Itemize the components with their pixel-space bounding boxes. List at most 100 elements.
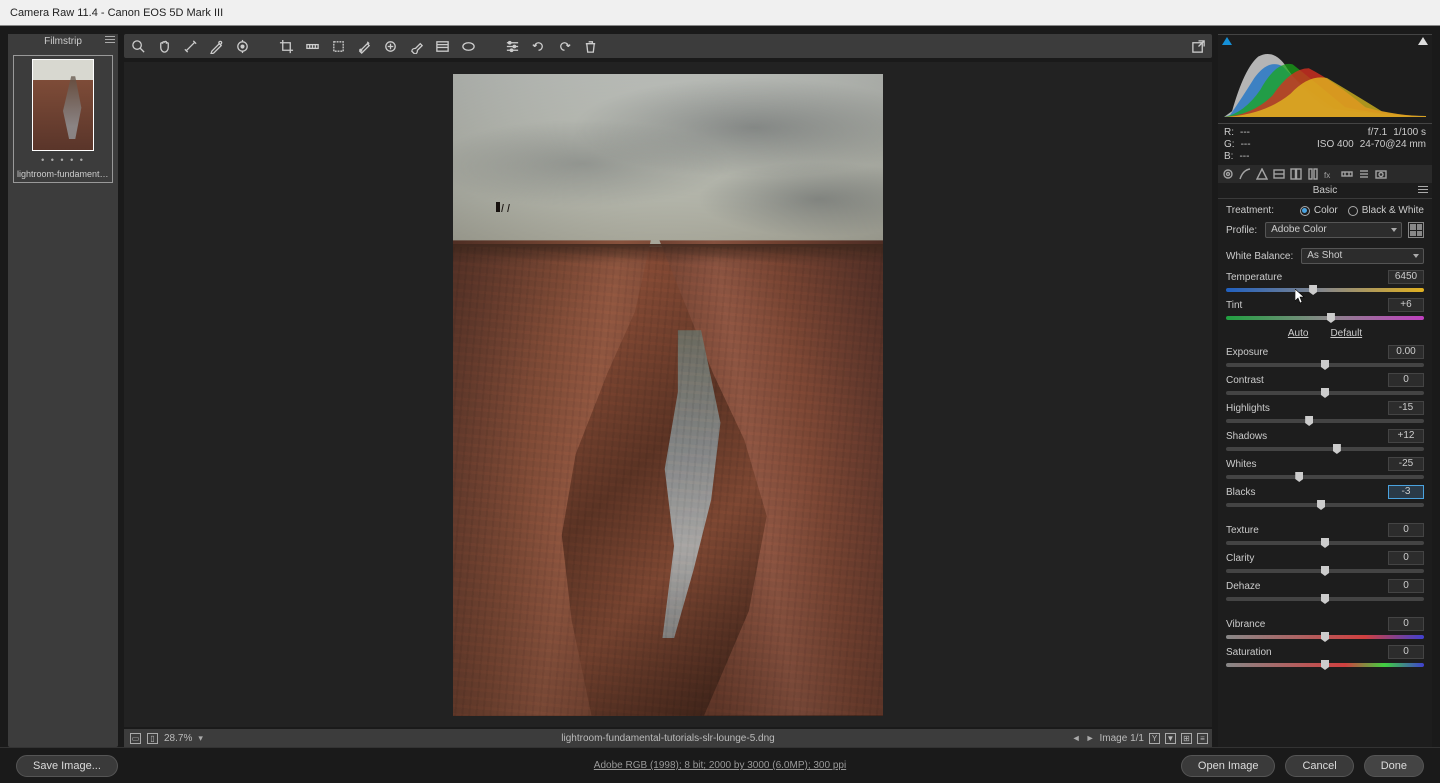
vibrance-slider-row: Vibrance 0 <box>1226 617 1424 639</box>
panel-header: Basic <box>1218 183 1432 199</box>
texture-label: Texture <box>1226 525 1259 536</box>
treatment-color-radio[interactable] <box>1300 206 1310 216</box>
view-mode-single-icon[interactable]: ▭ <box>130 733 141 744</box>
whites-value[interactable]: -25 <box>1388 457 1424 471</box>
view-mode-compare-icon[interactable]: ▯ <box>147 733 158 744</box>
rotate-ccw-icon[interactable] <box>530 38 546 54</box>
profile-dropdown[interactable]: Adobe Color <box>1265 222 1402 238</box>
done-button[interactable]: Done <box>1364 755 1424 777</box>
temperature-value[interactable]: 6450 <box>1388 270 1424 284</box>
dehaze-slider[interactable] <box>1226 597 1424 601</box>
targeted-adjust-tool-icon[interactable] <box>234 38 250 54</box>
highlights-value[interactable]: -15 <box>1388 401 1424 415</box>
contrast-label: Contrast <box>1226 375 1264 386</box>
temperature-slider[interactable] <box>1226 288 1424 292</box>
wb-dropdown[interactable]: As Shot <box>1301 248 1424 264</box>
saturation-value[interactable]: 0 <box>1388 645 1424 659</box>
tint-slider[interactable] <box>1226 316 1424 320</box>
vibrance-value[interactable]: 0 <box>1388 617 1424 631</box>
shadow-clip-icon[interactable]: ▼ <box>1165 733 1176 744</box>
graduated-filter-tool-icon[interactable] <box>434 38 450 54</box>
tab-basic-icon[interactable] <box>1222 168 1234 180</box>
highlights-slider[interactable] <box>1226 419 1424 423</box>
profile-browser-icon[interactable] <box>1408 222 1424 238</box>
crop-tool-icon[interactable] <box>278 38 294 54</box>
filmstrip-panel: Filmstrip • • • • • lightroom-fundamenta… <box>8 34 118 747</box>
clarity-slider[interactable] <box>1226 569 1424 573</box>
texture-slider[interactable] <box>1226 541 1424 545</box>
preferences-icon[interactable] <box>504 38 520 54</box>
panel-tabs: fx <box>1218 165 1432 183</box>
filmstrip-menu-icon[interactable] <box>105 36 115 44</box>
tab-presets-icon[interactable] <box>1358 168 1370 180</box>
treatment-bw-radio[interactable] <box>1348 206 1358 216</box>
exposure-value[interactable]: 0.00 <box>1388 345 1424 359</box>
contrast-value[interactable]: 0 <box>1388 373 1424 387</box>
redeye-tool-icon[interactable] <box>382 38 398 54</box>
treatment-color-label[interactable]: Color <box>1314 205 1338 216</box>
zoom-tool-icon[interactable] <box>130 38 146 54</box>
exif-readout: R:--- G:--- B:--- f/7.11/100 s ISO 40024… <box>1218 124 1432 165</box>
tab-hsl-icon[interactable] <box>1273 168 1285 180</box>
image-viewer[interactable] <box>124 62 1212 727</box>
dehaze-value[interactable]: 0 <box>1388 579 1424 593</box>
tab-detail-icon[interactable] <box>1256 168 1268 180</box>
open-image-button[interactable]: Open Image <box>1181 755 1276 777</box>
svg-text:fx: fx <box>1324 171 1330 180</box>
shadows-slider[interactable] <box>1226 447 1424 451</box>
spot-removal-tool-icon[interactable] <box>356 38 372 54</box>
exposure-slider[interactable] <box>1226 363 1424 367</box>
zoom-level[interactable]: 28.7% <box>164 733 192 744</box>
highlights-slider-row: Highlights -15 <box>1226 401 1424 423</box>
color-sampler-tool-icon[interactable] <box>208 38 224 54</box>
mask-overlay-icon[interactable]: ⊞ <box>1181 733 1192 744</box>
saturation-slider[interactable] <box>1226 663 1424 667</box>
tint-value[interactable]: +6 <box>1388 298 1424 312</box>
transform-tool-icon[interactable] <box>330 38 346 54</box>
tab-calibration-icon[interactable] <box>1341 168 1353 180</box>
texture-value[interactable]: 0 <box>1388 523 1424 537</box>
title-bar: Camera Raw 11.4 - Canon EOS 5D Mark III <box>0 0 1440 26</box>
blacks-slider[interactable] <box>1226 503 1424 507</box>
shadows-value[interactable]: +12 <box>1388 429 1424 443</box>
radial-filter-tool-icon[interactable] <box>460 38 476 54</box>
save-image-button[interactable]: Save Image... <box>16 755 118 777</box>
clarity-value[interactable]: 0 <box>1388 551 1424 565</box>
rotate-cw-icon[interactable] <box>556 38 572 54</box>
open-external-icon[interactable] <box>1190 38 1206 54</box>
tab-curve-icon[interactable] <box>1239 168 1251 180</box>
whites-slider[interactable] <box>1226 475 1424 479</box>
vibrance-slider[interactable] <box>1226 635 1424 639</box>
default-button[interactable]: Default <box>1330 328 1362 339</box>
adjustment-brush-tool-icon[interactable] <box>408 38 424 54</box>
filmstrip-thumbnail[interactable]: • • • • • lightroom-fundamental-tutori..… <box>13 55 113 183</box>
clarity-slider-row: Clarity 0 <box>1226 551 1424 573</box>
exposure-label: Exposure <box>1226 347 1268 358</box>
delete-icon[interactable] <box>582 38 598 54</box>
highlight-clipping-warning-icon[interactable] <box>1418 37 1428 45</box>
highlight-clip-icon[interactable]: Y <box>1149 733 1160 744</box>
contrast-slider[interactable] <box>1226 391 1424 395</box>
tab-snapshots-icon[interactable] <box>1375 168 1387 180</box>
auto-button[interactable]: Auto <box>1288 328 1309 339</box>
thumbnail-rating-dots[interactable]: • • • • • <box>41 155 85 165</box>
histogram[interactable] <box>1218 34 1432 124</box>
settings-icon[interactable]: ≡ <box>1197 733 1208 744</box>
cancel-button[interactable]: Cancel <box>1285 755 1353 777</box>
zoom-dropdown-icon[interactable]: ▾ <box>198 733 203 744</box>
hand-tool-icon[interactable] <box>156 38 172 54</box>
straighten-tool-icon[interactable] <box>304 38 320 54</box>
workflow-options-link[interactable]: Adobe RGB (1998); 8 bit; 2000 by 3000 (6… <box>594 760 846 771</box>
tab-lens-icon[interactable] <box>1307 168 1319 180</box>
prev-image-icon[interactable]: ◄ <box>1072 733 1081 743</box>
tab-fx-icon[interactable]: fx <box>1324 168 1336 180</box>
status-filename: lightroom-fundamental-tutorials-slr-loun… <box>561 733 774 744</box>
next-image-icon[interactable]: ► <box>1086 733 1095 743</box>
shadow-clipping-warning-icon[interactable] <box>1222 37 1232 45</box>
treatment-bw-label[interactable]: Black & White <box>1362 205 1424 216</box>
tab-split-icon[interactable] <box>1290 168 1302 180</box>
white-balance-tool-icon[interactable] <box>182 38 198 54</box>
panel-menu-icon[interactable] <box>1418 186 1428 194</box>
basic-panel: Treatment: Color Black & White Profile: … <box>1218 199 1432 747</box>
blacks-value[interactable]: -3 <box>1388 485 1424 499</box>
